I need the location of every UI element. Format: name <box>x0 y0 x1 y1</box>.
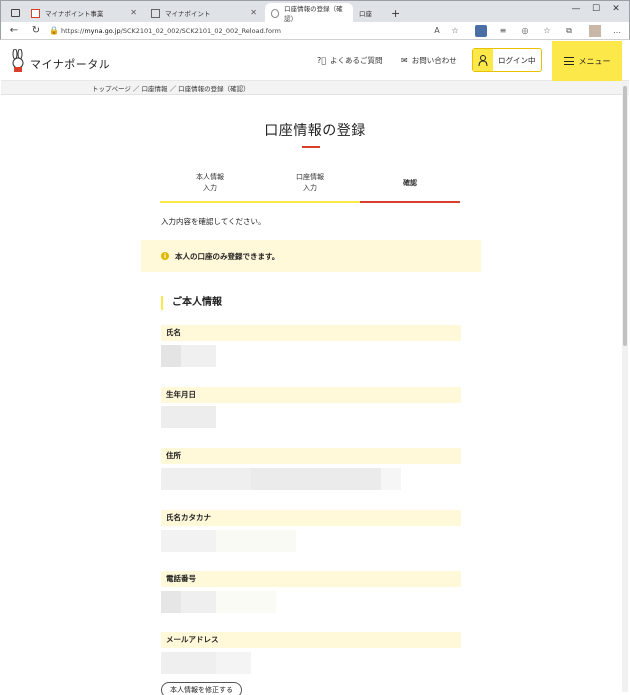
close-icon[interactable]: ✕ <box>130 8 137 17</box>
title-underline <box>302 146 320 148</box>
browser-tab-4[interactable]: 口座 <box>353 3 381 23</box>
step-personal-info: 本人情報 入力 <box>160 172 260 204</box>
maximize-icon[interactable]: ☐ <box>587 4 605 14</box>
close-icon[interactable]: ✕ <box>250 8 257 17</box>
redacted-value <box>161 652 251 674</box>
field-label-address: 住所 <box>161 448 461 464</box>
favorite-add-icon[interactable]: ☆ <box>449 25 461 37</box>
field-label-phone: 電話番号 <box>161 571 461 587</box>
redacted-value <box>161 345 216 367</box>
page-scrollbar[interactable] <box>622 82 628 692</box>
page-favicon <box>151 8 160 18</box>
site-logo[interactable]: マイナポータル <box>9 48 110 73</box>
browser-tab-2[interactable]: マイナポイント ✕ <box>145 3 263 23</box>
progress-steps: 本人情報 入力 口座情報 入力 確認 <box>160 172 460 204</box>
profile-avatar[interactable] <box>589 25 601 37</box>
section-title: ご本人情報 <box>161 296 222 310</box>
redacted-value <box>161 591 276 613</box>
breadcrumb-bar: トップページ ／ 口座情報 ／ 口座情報の登録（確認） <box>1 81 629 95</box>
extension-3-icon[interactable]: ◎ <box>519 25 531 37</box>
field-label-birthdate: 生年月日 <box>161 387 461 403</box>
site-header: マイナポータル ?⃝ よくあるご質問 ✉ お問い合わせ ログイン中 メニュー <box>1 41 629 81</box>
edit-personal-info-button[interactable]: 本人情報を修正する <box>161 682 242 695</box>
extension-2-icon[interactable]: ≡ <box>497 25 509 37</box>
new-tab-button[interactable]: + <box>385 3 406 23</box>
redacted-value <box>161 530 296 552</box>
field-label-email: メールアドレス <box>161 632 461 648</box>
mail-icon: ✉ <box>401 56 408 65</box>
contact-link[interactable]: ✉ お問い合わせ <box>401 55 457 66</box>
browser-tabbar: マイナポイント事業 ✕ マイナポイント ✕ 口座情報の登録（確認） 口座 + —… <box>0 0 630 23</box>
info-icon: i <box>161 252 169 260</box>
browser-tab-3[interactable]: 口座情報の登録（確認） <box>265 3 353 23</box>
rabbit-logo-icon <box>9 48 27 73</box>
extension-icon[interactable] <box>475 25 487 37</box>
url-field[interactable]: https://myna.go.jp/SCK2101_02_002/SCK210… <box>61 25 461 37</box>
login-status-button[interactable]: ログイン中 <box>472 48 542 72</box>
faq-link[interactable]: ?⃝ よくあるご質問 <box>317 55 383 66</box>
step-confirm: 確認 <box>360 172 460 204</box>
close-window-icon[interactable]: ✕ <box>607 4 625 14</box>
question-icon: ?⃝ <box>317 56 327 65</box>
myna-point-favicon <box>31 8 40 18</box>
instruction-text: 入力内容を確認してください。 <box>161 217 266 226</box>
scrollbar-thumb[interactable] <box>623 86 627 346</box>
back-icon[interactable]: ← <box>7 25 21 37</box>
redacted-value <box>161 406 216 428</box>
collections-icon[interactable]: ⧉ <box>563 25 575 37</box>
address-bar-row: ← ↻ 🔒 https://myna.go.jp/SCK2101_02_002/… <box>0 22 630 40</box>
reload-icon[interactable]: ↻ <box>29 25 43 37</box>
redacted-value <box>161 468 401 490</box>
read-aloud-icon[interactable]: A <box>431 25 443 37</box>
breadcrumb[interactable]: トップページ ／ 口座情報 ／ 口座情報の登録（確認） <box>92 83 250 93</box>
field-label-name: 氏名 <box>161 325 461 341</box>
notice-box: i 本人の口座のみ登録できます。 <box>141 240 481 272</box>
more-icon[interactable]: … <box>611 25 623 37</box>
user-icon <box>473 49 493 71</box>
page-title: 口座情報の登録 <box>264 123 366 139</box>
tab-actions-icon[interactable] <box>5 3 26 23</box>
rabbit-favicon <box>271 8 280 18</box>
minimize-icon[interactable]: — <box>567 4 585 14</box>
step-account-info: 口座情報 入力 <box>260 172 360 204</box>
browser-tab-1[interactable]: マイナポイント事業 ✕ <box>25 3 143 23</box>
menu-button[interactable]: メニュー <box>552 41 622 81</box>
hamburger-icon <box>563 57 574 65</box>
favorites-icon[interactable]: ☆ <box>541 25 553 37</box>
field-label-katakana: 氏名カタカナ <box>161 510 461 526</box>
lock-icon[interactable]: 🔒 <box>47 25 61 37</box>
